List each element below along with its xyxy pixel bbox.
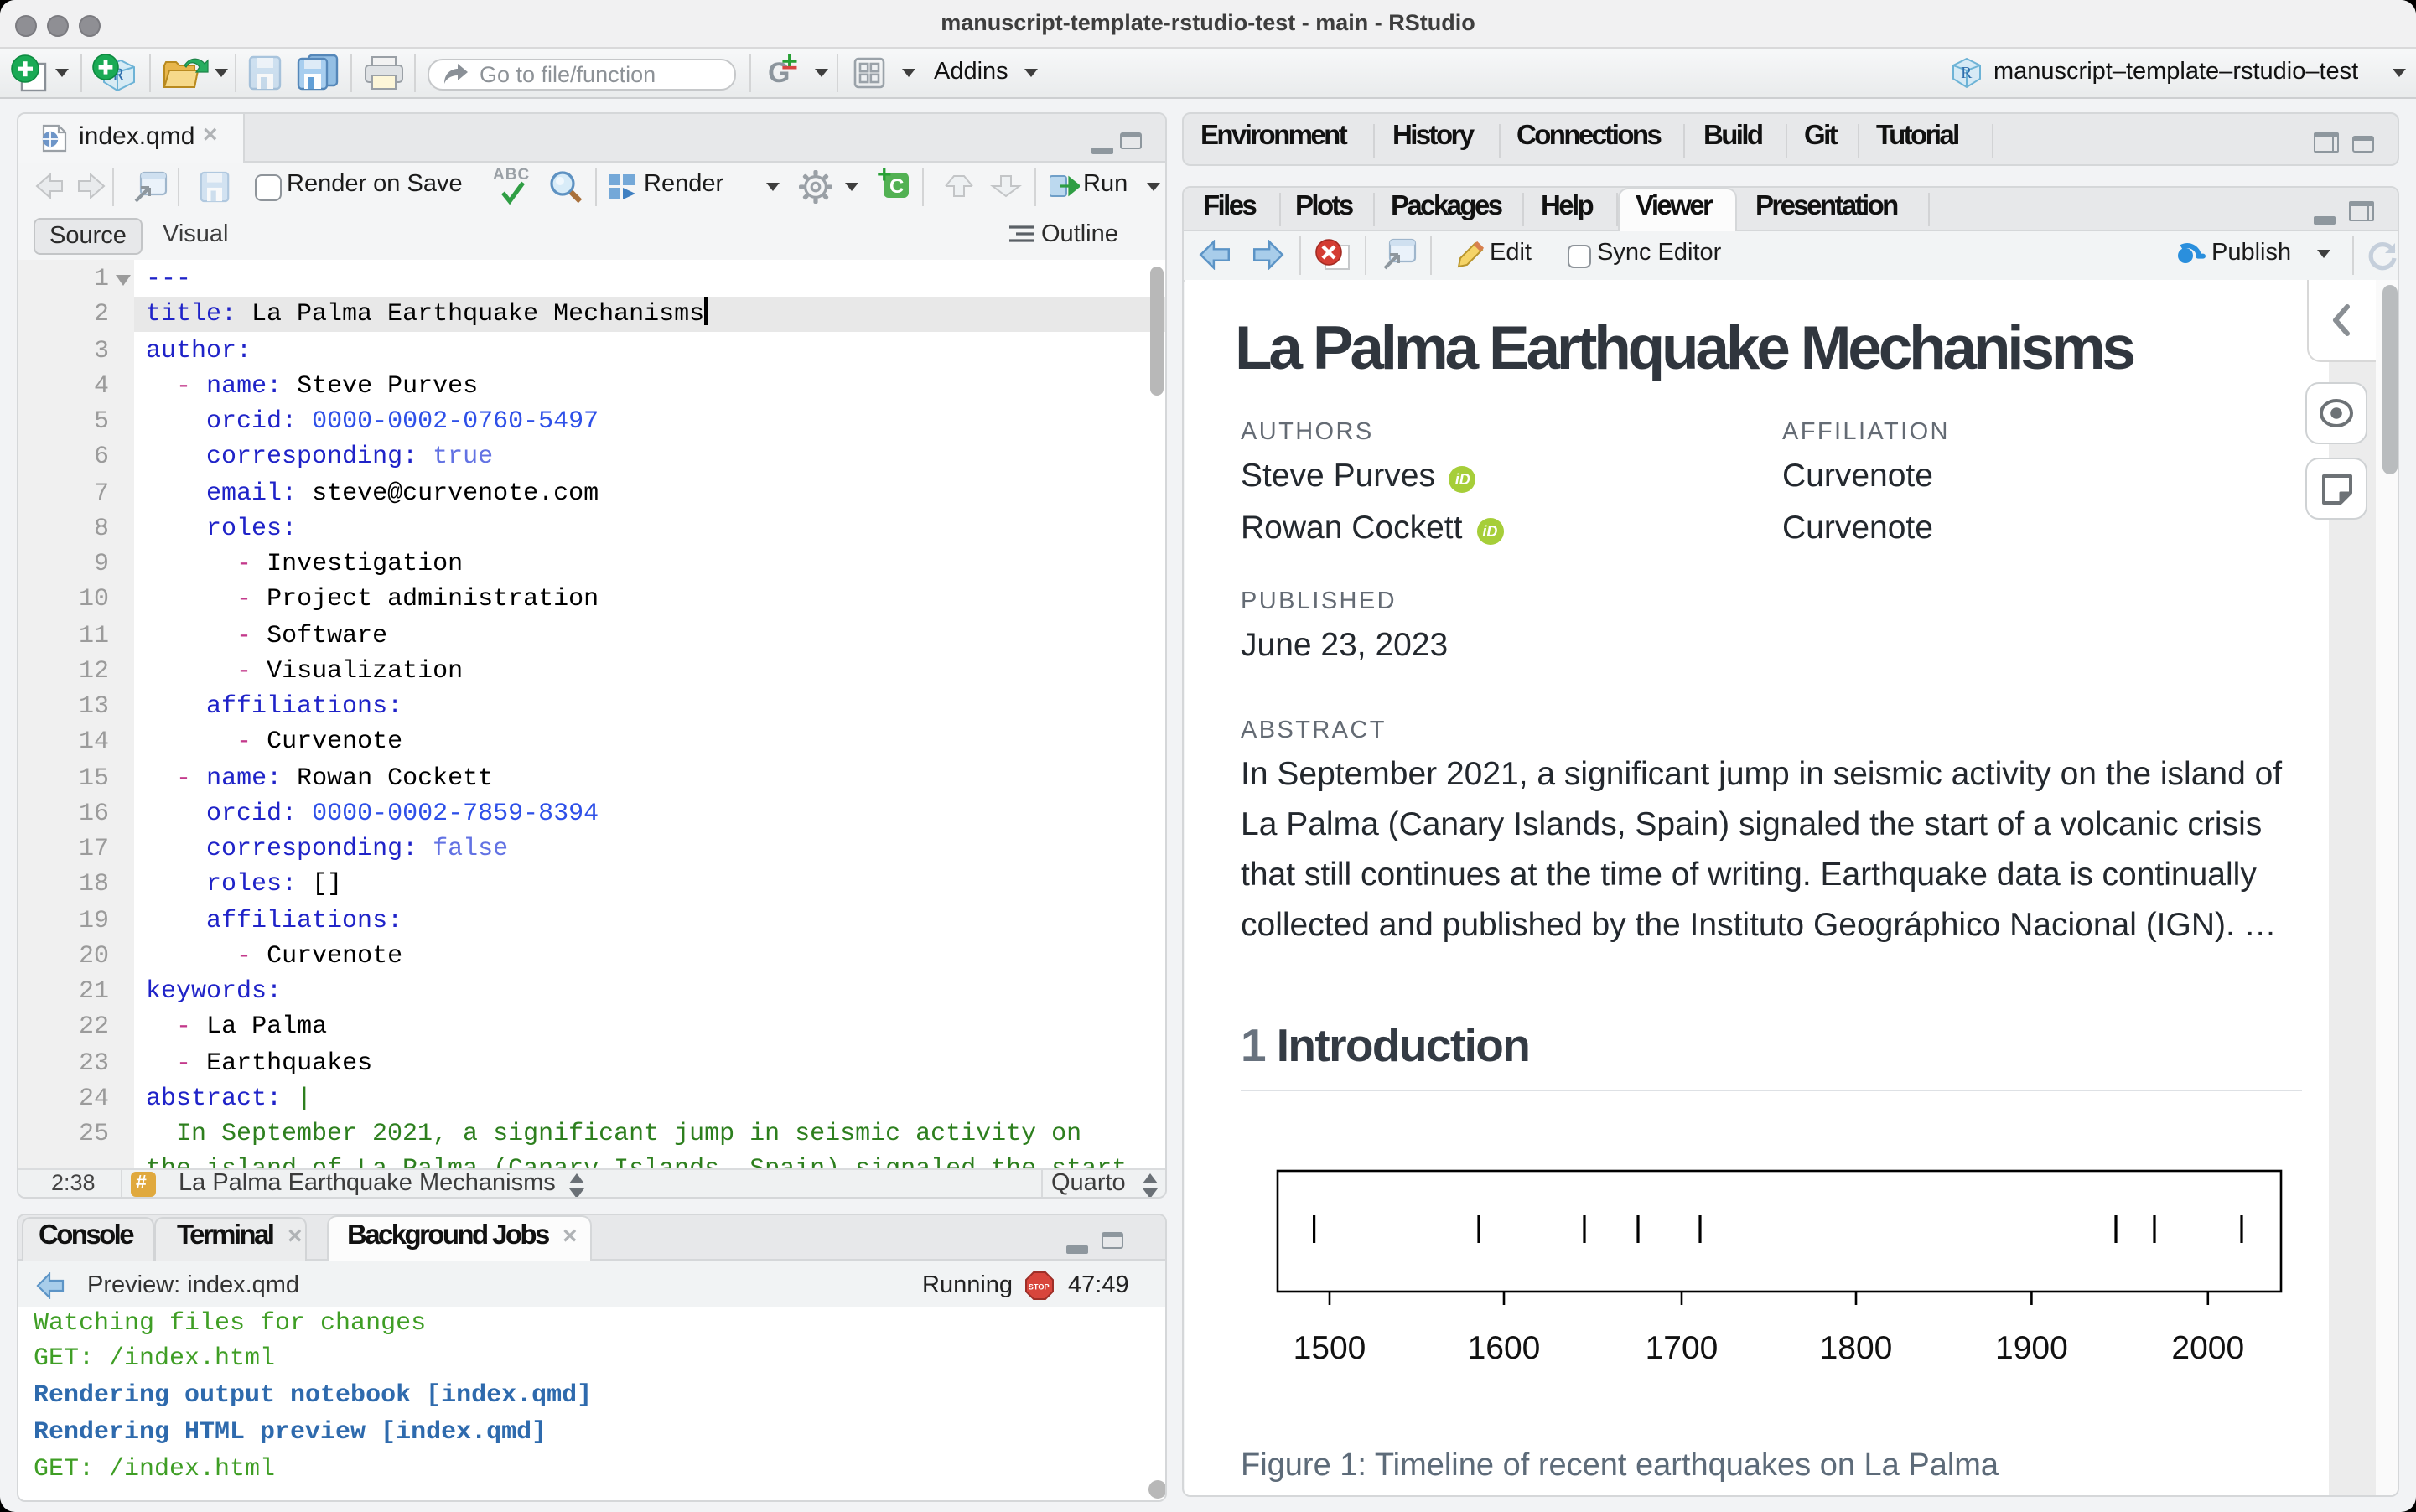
svg-text:R: R (1961, 64, 1973, 82)
svg-text:1900: 1900 (1995, 1329, 2068, 1365)
svg-text:STOP: STOP (1029, 1282, 1050, 1291)
svg-text:2000: 2000 (2171, 1329, 2244, 1365)
svg-text:1700: 1700 (1646, 1329, 1719, 1365)
svg-text:1800: 1800 (1820, 1329, 1893, 1365)
svg-text:1500: 1500 (1294, 1329, 1366, 1365)
svg-text:1600: 1600 (1468, 1329, 1541, 1365)
